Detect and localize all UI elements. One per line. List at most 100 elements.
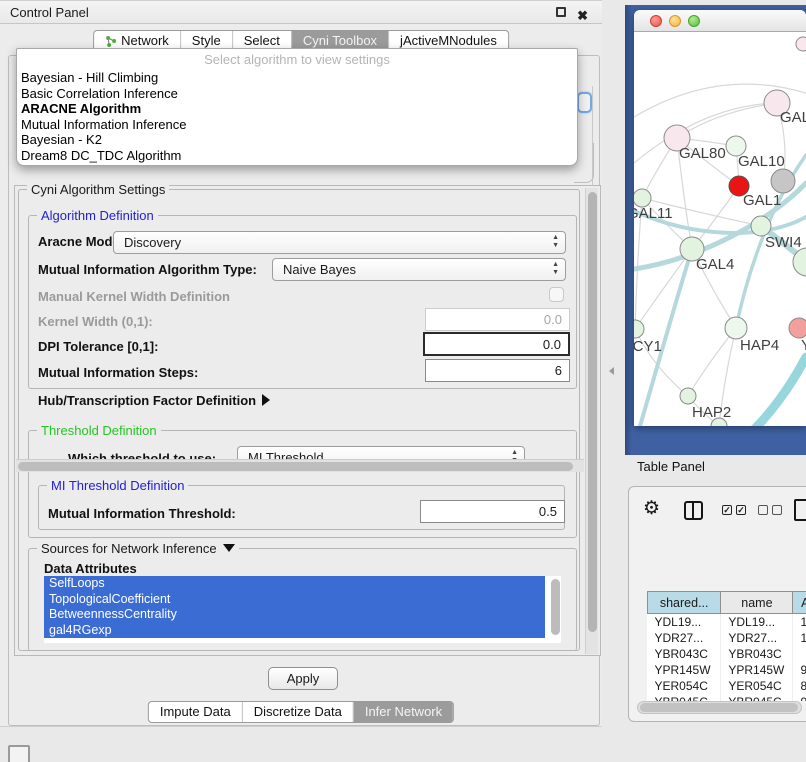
algorithm-dropdown-prompt: Select algorithm to view settings <box>17 49 577 70</box>
network-window[interactable]: GALGAL80GAL10GAL1GAL11SWI4GAL4GCY1HAP4YH… <box>634 10 806 426</box>
data-attribute-item[interactable]: gal4RGexp <box>44 623 545 639</box>
table-row[interactable]: YER054CYER054C8. <box>648 678 806 694</box>
tab-impute-data[interactable]: Impute Data <box>149 702 242 722</box>
network-node-hap4[interactable] <box>725 317 747 339</box>
float-window-icon[interactable] <box>556 7 566 17</box>
data-attribute-item[interactable]: TopologicalCoefficient <box>44 592 545 608</box>
threshold-definition-title: Threshold Definition <box>37 423 161 438</box>
network-node-y[interactable] <box>789 318 806 338</box>
network-tab-icon <box>105 35 117 47</box>
tab-label: Infer Network <box>365 702 442 722</box>
hub-definition-label: Hub/Transcription Factor Definition <box>38 393 256 408</box>
table-row[interactable]: YPR145WYPR145W9. <box>648 662 806 678</box>
mi-steps-value: 6 <box>555 363 562 378</box>
mac-minimize-button[interactable] <box>669 15 681 27</box>
mi-threshold-field[interactable]: 0.5 <box>420 500 565 523</box>
network-node-hap2[interactable] <box>680 388 696 404</box>
algorithm-option[interactable]: Dream8 DC_TDC Algorithm <box>17 148 577 164</box>
hidden-combo-stepper[interactable] <box>577 92 592 113</box>
scrollbar-thumb[interactable] <box>588 192 597 632</box>
table-panel-title: Table Panel <box>637 459 705 474</box>
checked-checkbox-icon[interactable]: ✓ <box>722 505 732 515</box>
aracne-mode-combo[interactable]: Discovery ▲▼ <box>113 231 566 254</box>
table-column-header[interactable]: name <box>721 592 793 614</box>
mi-steps-label: Mutual Information Steps: <box>38 365 198 380</box>
algorithm-option[interactable]: Bayesian - K2 <box>17 132 577 148</box>
network-node[interactable] <box>796 37 806 51</box>
network-edge[interactable] <box>677 103 777 138</box>
mac-zoom-button[interactable] <box>688 15 700 27</box>
scrollbar-thumb[interactable] <box>18 462 573 471</box>
manual-kernel-width-label: Manual Kernel Width Definition <box>38 289 230 304</box>
settings-horizontal-scrollbar[interactable] <box>16 459 584 472</box>
algorithm-option[interactable]: Bayesian - Hill Climbing <box>17 70 577 86</box>
data-attribute-item[interactable]: BetweennessCentrality <box>44 607 545 623</box>
checked-checkbox-icon[interactable]: ✓ <box>736 505 746 515</box>
table-column-header[interactable]: shared... <box>648 592 721 614</box>
table-panel: Table Panel ⚙ ✓ ✓ shared...nameA YDL19..… <box>610 455 806 762</box>
table-column-header[interactable]: A <box>793 592 806 614</box>
settings-vertical-scrollbar[interactable] <box>585 188 598 654</box>
algorithm-option[interactable]: Basic Correlation Inference <box>17 86 577 102</box>
network-node-label: GCY1 <box>634 338 662 355</box>
network-node-swi4[interactable] <box>751 216 771 236</box>
kernel-width-field[interactable]: 0.0 <box>425 308 570 331</box>
node-attribute-table[interactable]: shared...nameA YDL19...YDL19...13YDR27..… <box>647 591 806 701</box>
table-row[interactable]: YDL19...YDL19...13 <box>648 614 806 630</box>
network-window-titlebar <box>634 10 806 32</box>
unchecked-checkbox-icon[interactable] <box>758 505 768 515</box>
columns-icon[interactable] <box>684 501 703 520</box>
table-cell: 9. <box>793 662 806 678</box>
table-row[interactable]: YDR27...YDR27...12 <box>648 630 806 646</box>
dpi-tolerance-label: DPI Tolerance [0,1]: <box>38 339 158 354</box>
table-horizontal-scrollbar[interactable] <box>637 701 802 714</box>
data-attributes-list[interactable]: SelfLoopsTopologicalCoefficientBetweenne… <box>44 576 561 643</box>
tab-discretize-data[interactable]: Discretize Data <box>242 702 353 722</box>
tab-infer-network[interactable]: Infer Network <box>353 702 453 722</box>
mi-algorithm-type-combo[interactable]: Naive Bayes ▲▼ <box>272 258 566 281</box>
gear-icon[interactable]: ⚙ <box>643 497 660 520</box>
table-cell: YER054C <box>648 678 721 694</box>
network-node-label: SWI4 <box>765 234 802 251</box>
network-view-panel: GALGAL80GAL10GAL1GAL11SWI4GAL4GCY1HAP4YH… <box>625 5 806 455</box>
expanded-arrow-icon <box>223 544 235 552</box>
table-cell: 13 <box>793 614 806 630</box>
dpi-tolerance-field[interactable]: 0.0 <box>423 332 570 356</box>
scrollbar-thumb[interactable] <box>640 703 798 712</box>
table-row[interactable]: YBR043CYBR043C <box>648 646 806 662</box>
cyni-bottom-tabs: Impute Data Discretize Data Infer Network <box>148 701 454 723</box>
network-node-label: GAL80 <box>679 145 726 162</box>
table-row[interactable]: YBR045CYBR045C9. <box>648 694 806 702</box>
panel-splitter-collapse-icon[interactable] <box>609 367 614 375</box>
mac-close-button[interactable] <box>650 15 662 27</box>
sources-title[interactable]: Sources for Network Inference <box>37 541 239 556</box>
export-table-icon[interactable] <box>794 499 806 521</box>
hub-definition-toggle[interactable]: Hub/Transcription Factor Definition <box>38 393 270 408</box>
mi-steps-field[interactable]: 6 <box>425 359 570 382</box>
algorithm-dropdown-popup: Select algorithm to view settings Bayesi… <box>16 48 578 166</box>
network-node-label: GAL4 <box>696 256 734 273</box>
kernel-width-value: 0.0 <box>544 312 562 327</box>
table-cell: YDL19... <box>721 614 793 630</box>
attributes-scrollbar-thumb[interactable] <box>551 579 560 635</box>
network-node-label: GAL <box>780 109 806 126</box>
table-cell: YBR043C <box>648 646 721 662</box>
algorithm-option[interactable]: ARACNE Algorithm <box>17 101 577 117</box>
table-panel-body: ⚙ ✓ ✓ shared...nameA YDL19...YDL19...13Y… <box>628 486 806 722</box>
unchecked-checkbox-icon[interactable] <box>772 505 782 515</box>
tab-label: Discretize Data <box>254 702 342 722</box>
control-panel-titlebar: Control Panel ✖ <box>0 1 602 24</box>
control-panel-window: Control Panel ✖ NetworkStyleSelectCyni T… <box>0 0 602 727</box>
table-cell: YPR145W <box>648 662 721 678</box>
mi-threshold-label: Mutual Information Threshold: <box>48 506 236 521</box>
bottom-left-cut-icon[interactable] <box>8 745 30 762</box>
data-attribute-item[interactable]: SelfLoops <box>44 576 545 592</box>
close-icon[interactable]: ✖ <box>577 4 588 27</box>
algorithm-option[interactable]: Mutual Information Inference <box>17 117 577 133</box>
network-node[interactable] <box>771 169 795 193</box>
aracne-mode-value: Discovery <box>124 235 181 250</box>
network-node-gcy1[interactable] <box>634 320 644 338</box>
apply-button[interactable]: Apply <box>268 667 338 690</box>
network-graph-canvas[interactable]: GALGAL80GAL10GAL1GAL11SWI4GAL4GCY1HAP4YH… <box>634 32 806 426</box>
manual-kernel-width-checkbox[interactable] <box>549 287 564 302</box>
